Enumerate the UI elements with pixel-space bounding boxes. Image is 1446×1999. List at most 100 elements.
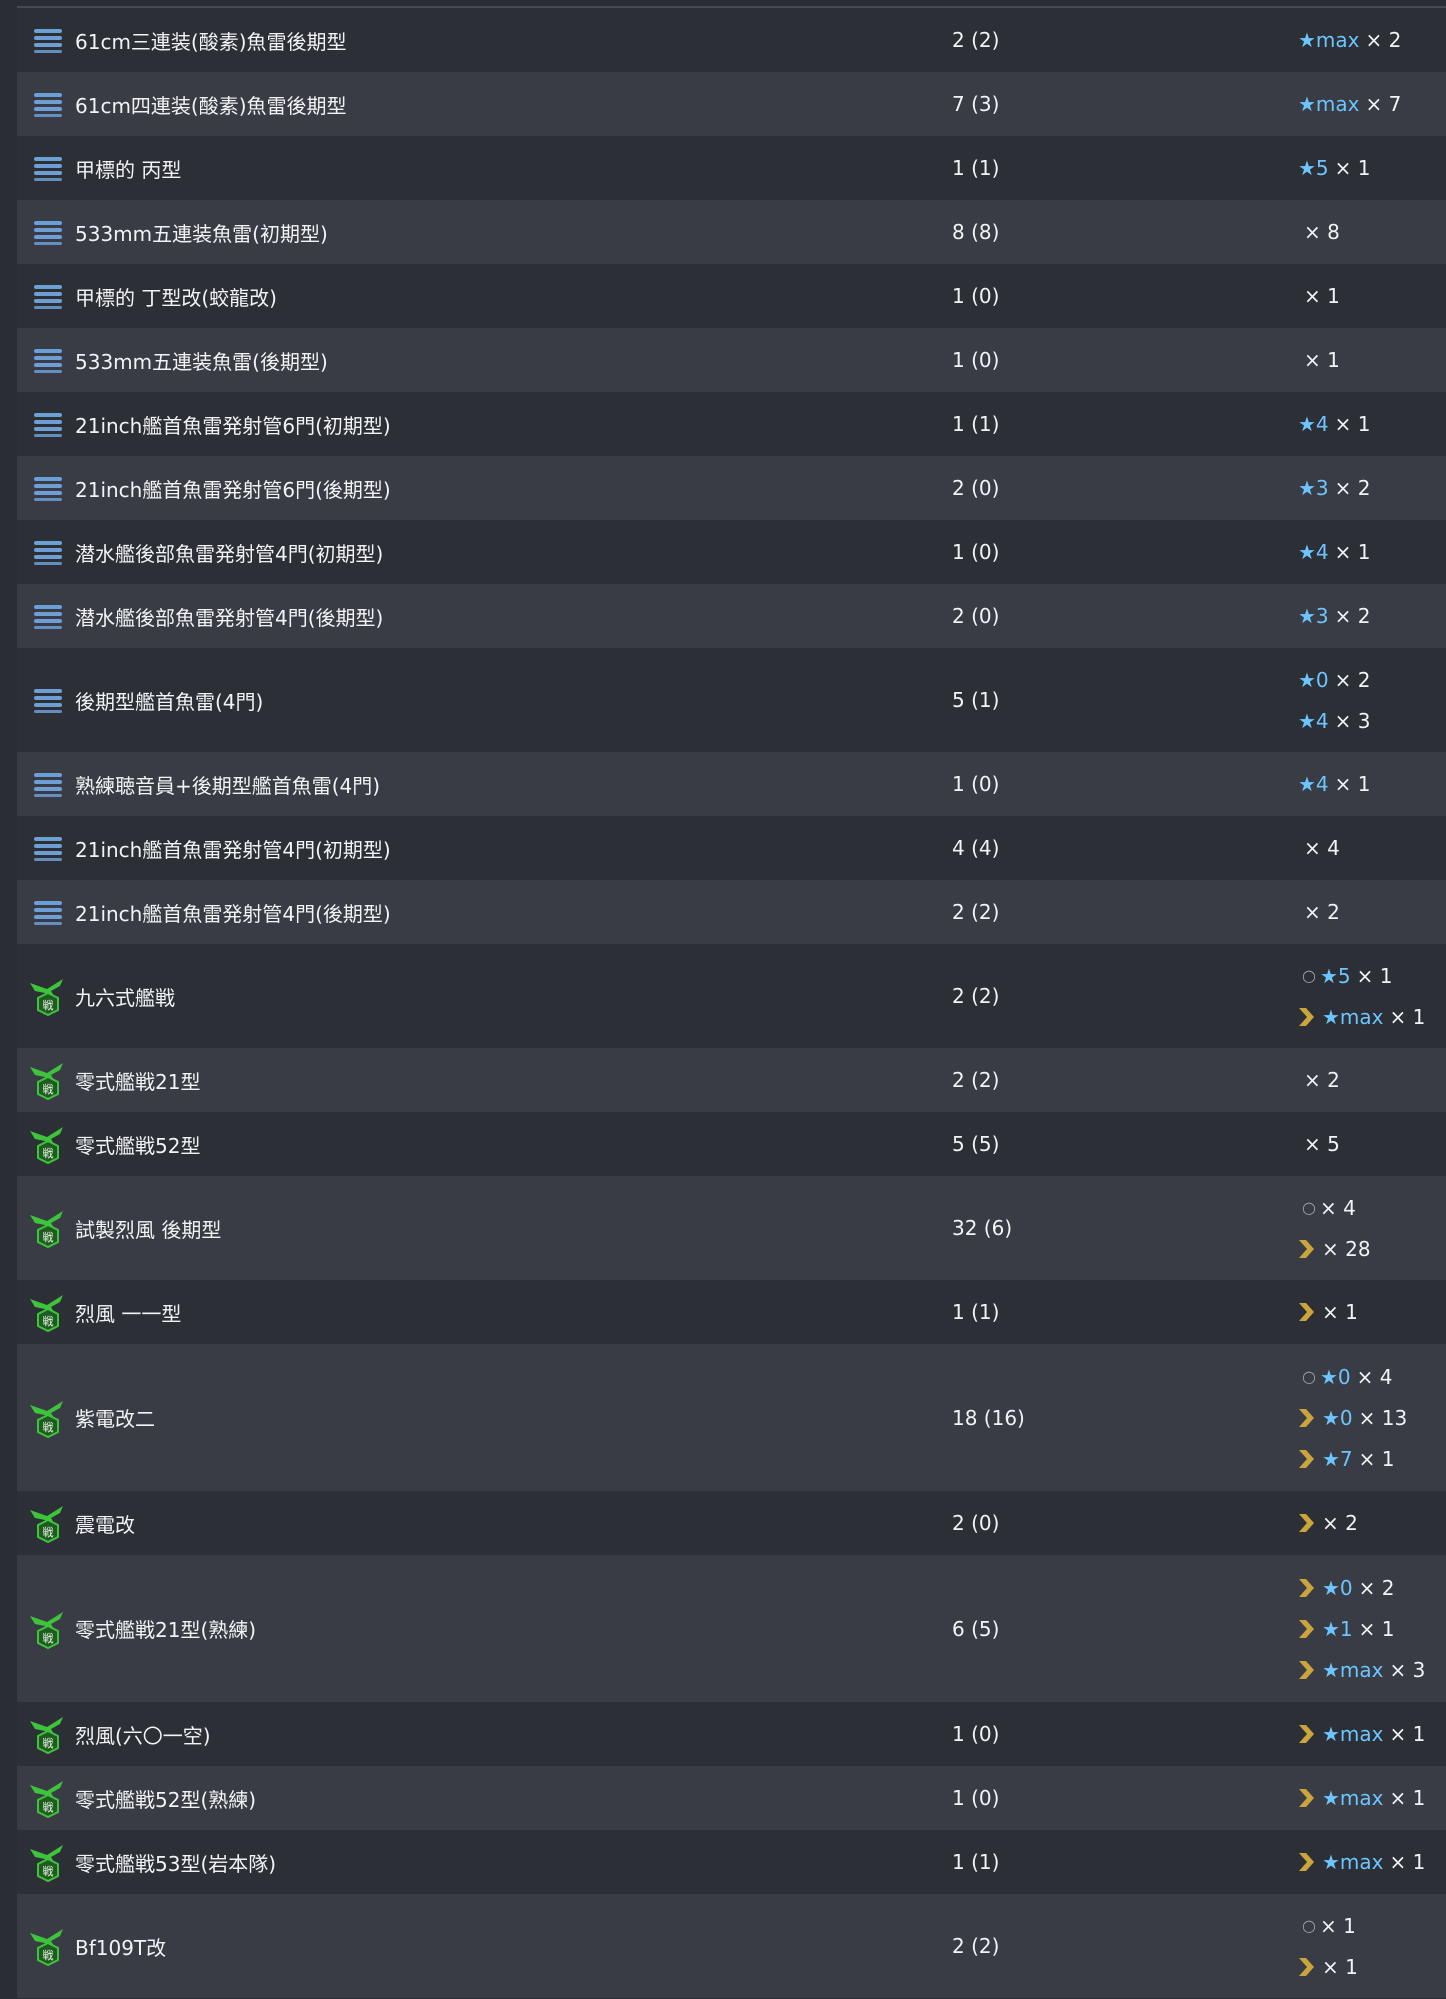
fighter-icon: 戦 [27, 1502, 69, 1544]
table-row: 戦 試製烈風 後期型 32 (6) ○ × 4 × 28 [17, 1176, 1446, 1280]
svg-text:戦: 戦 [43, 1083, 54, 1096]
improvement-line: ★3 × 2 [1298, 596, 1371, 637]
improvement-breakdown: × 8 [1298, 200, 1340, 264]
improvement-line: ★0 × 2 [1298, 1567, 1425, 1608]
equipment-count: 18 (16) [952, 1405, 1025, 1430]
proficiency-chevron-icon [1298, 1301, 1316, 1323]
fighter-icon: 戦 [27, 1207, 69, 1249]
proficiency-chevron-icon [1298, 1448, 1316, 1470]
improvement-line: ★7 × 1 [1298, 1438, 1407, 1479]
equipment-name: 21inch艦首魚雷発射管4門(後期型) [75, 901, 391, 926]
torpedo-icon [27, 211, 69, 253]
improvement-quantity: × 7 [1365, 92, 1402, 116]
improvement-line: ○ ★5 × 1 [1298, 955, 1425, 996]
improvement-quantity: × 1 [1322, 1954, 1358, 1979]
improvement-breakdown: × 4 [1298, 816, 1340, 880]
improvement-star-level: ★4 [1298, 540, 1329, 564]
improvement-quantity: × 1 [1334, 540, 1371, 564]
improvement-star-level: ★1 [1322, 1616, 1353, 1641]
svg-text:戦: 戦 [43, 1421, 54, 1434]
proficiency-chevron-icon [1298, 1787, 1316, 1809]
torpedo-icon [27, 147, 69, 189]
equipment-count: 4 (4) [952, 836, 1000, 860]
equipment-count: 1 (0) [952, 1722, 1000, 1746]
circle-icon: ○ [1302, 1916, 1316, 1935]
svg-text:戦: 戦 [43, 1949, 54, 1962]
equipment-count: 8 (8) [952, 220, 1000, 244]
svg-text:戦: 戦 [43, 1737, 54, 1750]
improvement-line: ★max × 2 [1298, 20, 1401, 61]
equipment-name: 21inch艦首魚雷発射管4門(初期型) [75, 837, 391, 862]
improvement-line: × 1 [1298, 1946, 1358, 1987]
equipment-count: 2 (2) [952, 1934, 1000, 1958]
improvement-line: × 1 [1298, 1292, 1358, 1333]
table-row: 熟練聴音員+後期型艦首魚雷(4門) 1 (0) ★4 × 1 [17, 752, 1446, 816]
improvement-breakdown: ★3 × 2 [1298, 584, 1371, 648]
equipment-name: 零式艦戦52型 [75, 1133, 201, 1158]
improvement-star-level: ★max [1322, 1850, 1384, 1874]
equipment-name: 61cm三連装(酸素)魚雷後期型 [75, 29, 347, 54]
equipment-count: 2 (2) [952, 900, 1000, 924]
improvement-star-level: ★max [1322, 1722, 1384, 1746]
table-row: 甲標的 丙型 1 (1) ★5 × 1 [17, 136, 1446, 200]
improvement-line: × 4 [1298, 828, 1340, 869]
torpedo-icon [27, 467, 69, 509]
table-row: 戦紫電改二 18 (16) ○ ★0 × 4 ★0 × 13 ★7 × 1 [17, 1344, 1446, 1491]
svg-text:戦: 戦 [43, 1632, 54, 1645]
improvement-star-level: ★max [1322, 1786, 1384, 1810]
table-row: 甲標的 丁型改(蛟龍改) 1 (0) × 1 [17, 264, 1446, 328]
svg-text:戦: 戦 [43, 1231, 54, 1244]
fighter-icon: 戦 [27, 1777, 69, 1819]
improvement-line: ★4 × 1 [1298, 404, 1371, 445]
improvement-quantity: × 3 [1334, 708, 1371, 733]
equipment-name: 烈風(六〇一空) [75, 1723, 211, 1748]
proficiency-chevron-icon [1298, 1006, 1316, 1028]
improvement-breakdown: × 1 [1298, 264, 1340, 328]
improvement-line: × 28 [1298, 1228, 1371, 1269]
equipment-count: 1 (0) [952, 284, 1000, 308]
equipment-name: 潜水艦後部魚雷発射管4門(後期型) [75, 605, 384, 630]
improvement-line: ★max × 7 [1298, 84, 1401, 125]
proficiency-chevron-icon [1298, 1851, 1316, 1873]
improvement-breakdown: ★0 × 2 ★1 × 1 ★max × 3 [1298, 1555, 1425, 1702]
fighter-icon: 戦 [27, 1925, 69, 1967]
improvement-line: ★max × 1 [1298, 1842, 1425, 1883]
improvement-line: × 1 [1298, 276, 1340, 317]
improvement-quantity: × 1 [1389, 1722, 1426, 1746]
improvement-star-level: ★max [1322, 1657, 1384, 1682]
equipment-count: 1 (0) [952, 540, 1000, 564]
table-row: 潜水艦後部魚雷発射管4門(初期型) 1 (0) ★4 × 1 [17, 520, 1446, 584]
table-row: 戦 烈風(六〇一空) 1 (0) ★max × 1 [17, 1702, 1446, 1766]
improvement-quantity: × 1 [1389, 1004, 1426, 1029]
equipment-name: 潜水艦後部魚雷発射管4門(初期型) [75, 541, 384, 566]
equipment-name: 533mm五連装魚雷(後期型) [75, 349, 328, 374]
equipment-name: 零式艦戦21型 [75, 1069, 201, 1094]
improvement-star-level: ★max [1322, 1004, 1384, 1029]
improvement-breakdown: ★4 × 1 [1298, 392, 1371, 456]
improvement-breakdown: ★max × 1 [1298, 1830, 1425, 1894]
improvement-star-level: ★5 [1298, 156, 1329, 180]
equipment-count: 5 (1) [952, 688, 1000, 712]
improvement-star-level: ★4 [1298, 412, 1329, 436]
table-row: 533mm五連装魚雷(後期型) 1 (0) × 1 [17, 328, 1446, 392]
improvement-quantity: × 2 [1304, 900, 1340, 924]
proficiency-chevron-icon [1298, 1577, 1316, 1599]
equipment-name: 熟練聴音員+後期型艦首魚雷(4門) [75, 773, 381, 798]
improvement-breakdown: × 2 [1298, 1491, 1358, 1555]
equipment-count: 1 (0) [952, 772, 1000, 796]
table-row: 21inch艦首魚雷発射管4門(初期型) 4 (4) × 4 [17, 816, 1446, 880]
improvement-breakdown: ○ × 4 × 28 [1298, 1176, 1371, 1280]
improvement-line: ★5 × 1 [1298, 148, 1371, 189]
improvement-quantity: × 1 [1334, 412, 1371, 436]
improvement-line: ★max × 1 [1298, 996, 1425, 1037]
table-row: 61cm四連装(酸素)魚雷後期型 7 (3) ★max × 7 [17, 72, 1446, 136]
improvement-line: ★0 × 13 [1298, 1397, 1407, 1438]
improvement-star-level: ★max [1298, 28, 1360, 52]
torpedo-icon [27, 595, 69, 637]
improvement-line: × 2 [1298, 1503, 1358, 1544]
circle-icon: ○ [1302, 1367, 1316, 1386]
proficiency-chevron-icon [1298, 1723, 1316, 1745]
improvement-line: ★max × 1 [1298, 1714, 1425, 1755]
improvement-star-level: ★0 [1320, 1364, 1351, 1389]
improvement-star-level: ★3 [1298, 604, 1329, 628]
